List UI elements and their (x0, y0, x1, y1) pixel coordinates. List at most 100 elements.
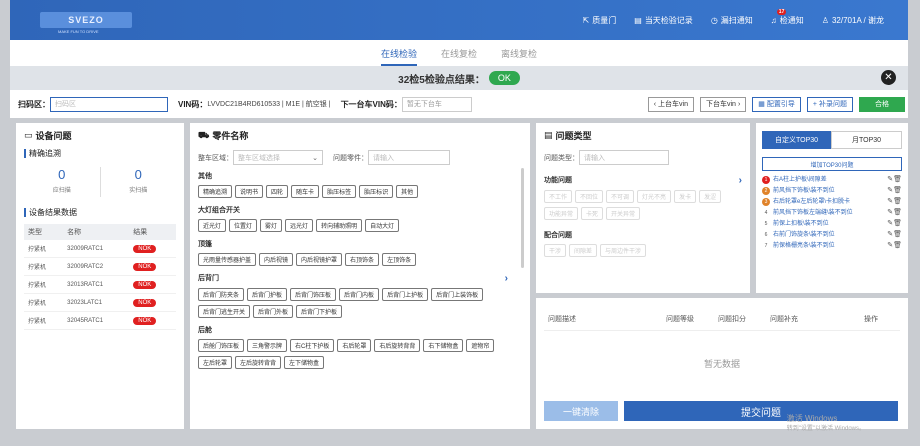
chip[interactable]: 后背门内板 (339, 288, 380, 301)
edit-icon[interactable]: ✎🗑 (887, 209, 902, 217)
chip[interactable]: 后背门外板 (253, 305, 294, 318)
list-item[interactable]: 3 右后轮罩e左后轮罩\卡扣脱卡 ✎🗑 (762, 198, 902, 206)
list-item[interactable]: 6 右前门饰旋条\装不到位 ✎🗑 (762, 231, 902, 239)
edit-icon[interactable]: ✎🗑 (887, 220, 902, 228)
list-item[interactable]: 4 前风挡下饰板左端缝\装不到位 ✎🗑 (762, 209, 902, 217)
chip[interactable]: 后背门逃生开关 (198, 305, 251, 318)
part-input[interactable]: 请输入 (368, 150, 450, 165)
tab-online-inspect[interactable]: 在线检验 (380, 47, 417, 66)
top30-tabs: 自定义TOP30 月TOP30 (762, 131, 902, 149)
top-bar: SVEZO MAKE FUN TO DRIVE ⇱ 质量门 ▤ 当天检验记录 ◷ 漏扫通… (10, 0, 908, 40)
chip[interactable]: 不回位 (575, 190, 604, 203)
clock-icon: ◷ (710, 15, 718, 25)
next-vin-button[interactable]: 下台车vin › (699, 96, 747, 112)
list-item[interactable]: 2 前风挡下饰板\装不到位 ✎🗑 (762, 187, 902, 195)
chip[interactable]: 后背门上护板 (382, 288, 429, 301)
nav-today-records[interactable]: ▤ 当天检验记录 (634, 15, 693, 26)
chip[interactable]: 后舱门饰压板 (198, 339, 245, 352)
area-select[interactable]: 整车区域选择 ⌄ (233, 150, 323, 165)
nav-quality-gate[interactable]: ⇱ 质量门 (583, 15, 617, 26)
chip[interactable]: 右C柱下护板 (290, 339, 335, 352)
chip[interactable]: 干涉 (544, 244, 567, 257)
nav-user[interactable]: ♙ 32/701A / 谢龙 (822, 15, 884, 26)
chip[interactable]: 位置灯 (229, 219, 258, 232)
scan-input[interactable]: 扫码区 (50, 96, 168, 112)
chip[interactable]: 其他 (396, 185, 419, 198)
next-vin-label: 下一台车VIN码： (340, 99, 402, 109)
chip[interactable]: 精确追溯 (198, 185, 233, 198)
add-top30-button[interactable]: 增加TOP30问题 (762, 157, 902, 171)
chip[interactable]: 右后旋转背背 (374, 339, 421, 352)
list-item[interactable]: 7 前保格栅亮条\装不到位 ✎🗑 (762, 242, 902, 250)
chip[interactable]: 卡死 (581, 207, 604, 220)
top30-panel: 自定义TOP30 月TOP30 增加TOP30问题 1 右A柱上护板\间隙差 ✎🗑 … (756, 123, 908, 293)
chip[interactable]: 后背门下护板 (296, 305, 343, 318)
parts-scrollbar[interactable] (521, 168, 524, 268)
chip[interactable]: 发卡 (674, 190, 697, 203)
chevron-right-icon[interactable]: › (739, 175, 742, 186)
chip[interactable]: 后背门饰压板 (290, 288, 337, 301)
supplement-issue-button[interactable]: + 补录问题 (806, 96, 853, 112)
chip[interactable]: 功能异常 (544, 207, 579, 220)
chip[interactable]: 胎压标识 (359, 185, 394, 198)
chip[interactable]: 自动大灯 (365, 219, 400, 232)
pass-button[interactable]: 合格 (859, 96, 905, 112)
chip[interactable]: 不工作 (544, 190, 573, 203)
chip[interactable]: 雾灯 (260, 219, 283, 232)
edit-icon[interactable]: ✎🗑 (887, 198, 902, 206)
edit-icon[interactable]: ✎🗑 (887, 187, 902, 195)
chip[interactable]: 胎压标签 (322, 185, 357, 198)
vin-label: VIN码： (178, 99, 208, 109)
next-vin-input[interactable]: 暂无下台车 (401, 96, 472, 112)
group-title: 后舱 (198, 327, 212, 334)
chip[interactable]: 内后视镜护罩 (296, 253, 343, 266)
chip[interactable]: 三角警示牌 (247, 339, 288, 352)
chip[interactable]: 四轮 (266, 185, 289, 198)
config-guide-button[interactable]: ▦ 配置引导 (752, 96, 801, 112)
chip[interactable]: 说明书 (235, 185, 264, 198)
chip[interactable]: 左下储物盒 (284, 356, 325, 369)
chip[interactable]: 不可调 (606, 190, 635, 203)
chip[interactable]: 开关异常 (606, 207, 641, 220)
chip[interactable]: 间隙差 (569, 244, 598, 257)
issue-table-header: 问题描述 问题等级 问题扣分 问题补充 操作 (544, 308, 900, 331)
chip[interactable]: 随车卡 (291, 185, 320, 198)
chip[interactable]: 左后旋转背背 (235, 356, 282, 369)
chip[interactable]: 光雨量传感器护盖 (198, 253, 257, 266)
chip[interactable]: 后背门护板 (247, 288, 288, 301)
tab-offline-recheck[interactable]: 离线复检 (501, 47, 537, 60)
close-icon[interactable]: ✕ (881, 70, 896, 85)
chip[interactable]: 近光灯 (198, 219, 227, 232)
tab-month-top30[interactable]: 月TOP30 (831, 131, 902, 149)
chip[interactable]: 右后轮罩 (337, 339, 372, 352)
list-item[interactable]: 1 右A柱上护板\间隙差 ✎🗑 (762, 176, 902, 184)
chip[interactable]: 远光灯 (285, 219, 314, 232)
nav-missed-scan[interactable]: ◷ 漏扫通知 (711, 15, 753, 26)
tab-custom-top30[interactable]: 自定义TOP30 (762, 131, 831, 149)
prev-vin-button[interactable]: ‹ 上台车vin (647, 96, 694, 112)
edit-icon[interactable]: ✎🗑 (887, 231, 902, 239)
nav-inspect-notice[interactable]: ♫ 17 检通知 (771, 8, 804, 26)
chip[interactable]: 与周边件干涉 (600, 244, 647, 257)
list-item[interactable]: 5 前保上扣板\装不到位 ✎🗑 (762, 220, 902, 228)
chevron-right-icon[interactable]: › (505, 273, 508, 284)
problem-type-input[interactable]: 请输入 (579, 150, 669, 165)
chip[interactable]: 右下储物盒 (423, 339, 464, 352)
chip[interactable]: 灯光不亮 (637, 190, 672, 203)
chip[interactable]: 转向辅助照明 (316, 219, 363, 232)
chip[interactable]: 遮物帘 (466, 339, 495, 352)
chip[interactable]: 内后视镜 (259, 253, 294, 266)
clear-all-button[interactable]: 一键清除 (544, 401, 618, 421)
edit-icon[interactable]: ✎🗑 (887, 242, 902, 250)
chip[interactable]: 后背门防夹条 (198, 288, 245, 301)
chip[interactable]: 左后轮罩 (198, 356, 233, 369)
monitor-icon: ▭ (24, 130, 33, 140)
scan-label: 扫码区： (18, 99, 50, 109)
edit-icon[interactable]: ✎🗑 (887, 176, 902, 184)
chip[interactable]: 左顶饰条 (382, 253, 417, 266)
chip[interactable]: 发涩 (699, 190, 722, 203)
tab-online-recheck[interactable]: 在线复检 (441, 47, 477, 60)
chip[interactable]: 右顶饰条 (345, 253, 380, 266)
chip[interactable]: 后背门上装饰板 (431, 288, 484, 301)
nok-badge: NOK (133, 244, 157, 253)
